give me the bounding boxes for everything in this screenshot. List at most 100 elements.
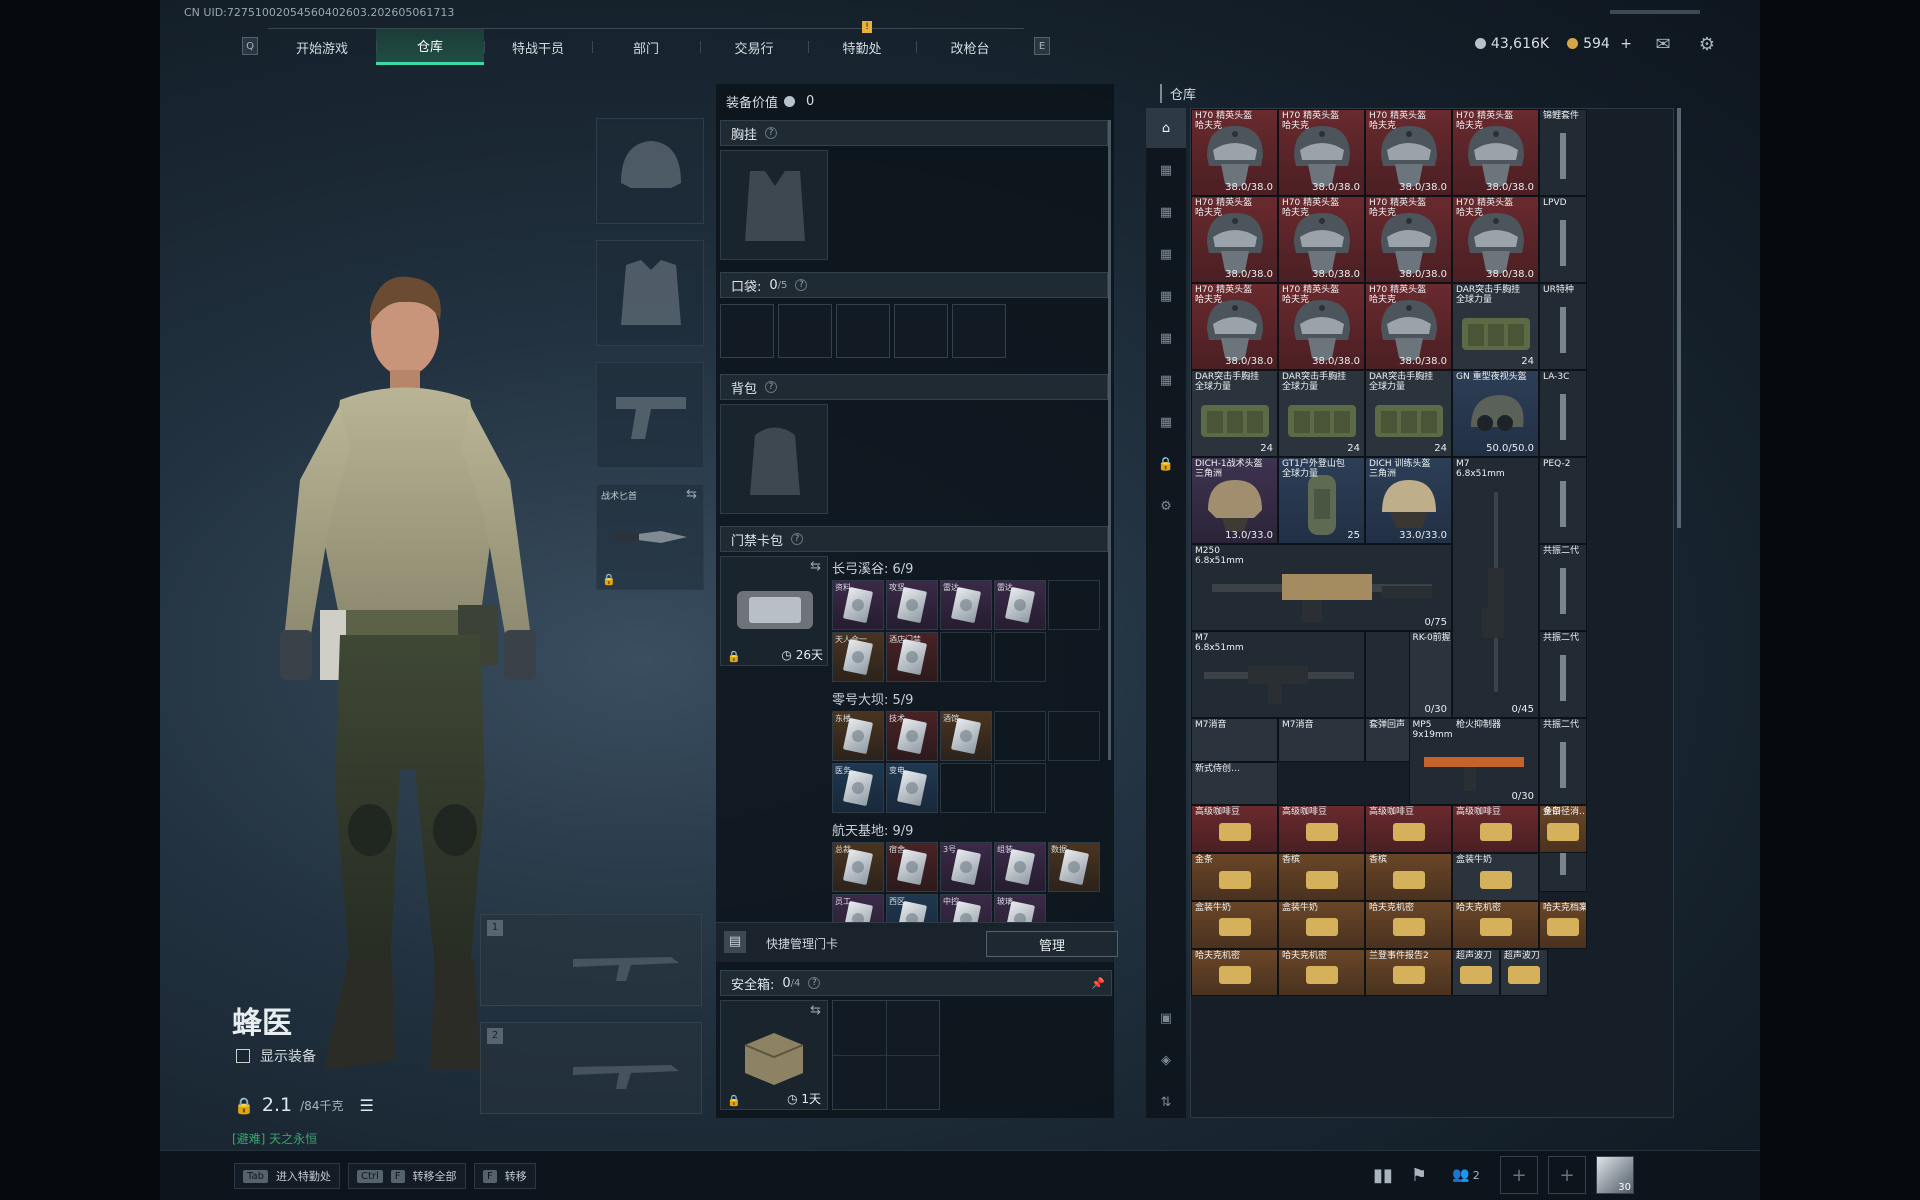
keycard-item[interactable]: 变电 [886, 763, 938, 813]
helmet-item[interactable]: H70 精英头盔 哈夫克 38.0/38.0 [1365, 109, 1452, 196]
helmet-item[interactable]: H70 精英头盔 哈夫克 38.0/38.0 [1278, 109, 1365, 196]
keycard-item[interactable]: 雷达 [940, 580, 992, 630]
keycard-item[interactable]: 数据 [1048, 842, 1100, 892]
helmet-item[interactable]: H70 精英头盔 哈夫克 38.0/38.0 [1191, 283, 1278, 370]
empty-keycard-slot[interactable] [994, 632, 1046, 682]
help-icon[interactable]: ? [791, 533, 804, 545]
side-attachment-item[interactable]: 共振二代 [1539, 718, 1587, 805]
m250-lmg-item[interactable]: M250 6.8x51mm 0/75 [1191, 544, 1452, 631]
chest-rig-item[interactable]: DAR突击手胸挂 全球力量 24 [1278, 370, 1365, 457]
side-attachment-item[interactable]: UR特种 [1539, 283, 1587, 370]
helmet-slot[interactable] [596, 118, 704, 224]
empty-keycard-slot[interactable] [940, 632, 992, 682]
keycard-item[interactable]: 宿舍 [886, 842, 938, 892]
keycard-item[interactable]: 医务 [832, 763, 884, 813]
training-helmet-item[interactable]: DICH 训练头盔 三角洲 33.0/33.0 [1365, 457, 1452, 544]
loot-item[interactable]: 兰登事件报告2 [1365, 948, 1452, 997]
backpack-slot[interactable] [720, 404, 828, 514]
helmet-item[interactable]: H70 精英头盔 哈夫克 38.0/38.0 [1452, 196, 1539, 283]
settings-gear-icon[interactable]: ⚙ [1694, 31, 1720, 57]
knife-slot[interactable]: 战术匕首 ⇆ 🔒 [596, 484, 704, 590]
helmet-item[interactable]: H70 精英头盔 哈夫克 38.0/38.0 [1191, 109, 1278, 196]
invite-slot-1[interactable]: + [1500, 1156, 1538, 1194]
backpack-item[interactable]: GT1户外登山包 全球力量 25 [1278, 457, 1365, 544]
loadout-scrollbar[interactable] [1108, 120, 1111, 760]
warehouse-tab-6[interactable]: ▦ [1146, 360, 1186, 400]
loot-item[interactable]: 超声波刀 [1452, 948, 1500, 997]
manage-button[interactable]: 管理 [986, 931, 1118, 957]
helmet-item[interactable]: H70 精英头盔 哈夫克 38.0/38.0 [1365, 283, 1452, 370]
sort-icon[interactable]: ▣ [1146, 998, 1186, 1038]
transfer-all-hint[interactable]: Ctrl F 转移全部 [348, 1163, 466, 1189]
chest-rig-item[interactable]: DAR突击手胸挂 全球力量 24 [1452, 283, 1539, 370]
keycard-item[interactable]: 酒馆 [940, 711, 992, 761]
warehouse-tab-1[interactable]: ▦ [1146, 150, 1186, 190]
secondary-weapon-slot[interactable]: 2 [480, 1022, 702, 1114]
keycard-item[interactable]: 东楼 [832, 711, 884, 761]
warehouse-tab-5[interactable]: ▦ [1146, 318, 1186, 358]
empty-keycard-slot[interactable] [1048, 711, 1100, 761]
pocket-slot[interactable] [720, 304, 774, 358]
keycard-item[interactable]: 酒店门禁 [886, 632, 938, 682]
squad-icon[interactable]: 👥 2 [1442, 1162, 1490, 1188]
keycard-bag-slot[interactable]: ⇆ 🔒 ◷ 26天 [720, 556, 828, 666]
help-icon[interactable]: ? [795, 279, 808, 291]
transfer-icon[interactable]: ⇅ [1146, 1082, 1186, 1122]
loot-item[interactable]: 高级咖啡豆 [1278, 805, 1365, 853]
pocket-slot[interactable] [778, 304, 832, 358]
empty-keycard-slot[interactable] [994, 711, 1046, 761]
pistol-slot[interactable] [596, 362, 704, 468]
pocket-slot[interactable] [952, 304, 1006, 358]
side-attachment-item[interactable]: 共振二代 [1539, 631, 1587, 718]
pocket-slot[interactable] [836, 304, 890, 358]
side-attachment-item[interactable]: LA-3C [1539, 370, 1587, 457]
swap-icon[interactable]: ⇆ [810, 1003, 821, 1018]
show-equipment-checkbox[interactable] [236, 1049, 250, 1063]
side-attachment-item[interactable]: 共振二代 [1539, 544, 1587, 631]
list-icon[interactable]: ☰ [359, 1096, 373, 1115]
primary-weapon-slot[interactable]: 1 [480, 914, 702, 1006]
warehouse-tab-2[interactable]: ▦ [1146, 192, 1186, 232]
keycard-item[interactable]: 雷达 [994, 580, 1046, 630]
armor-slot[interactable] [596, 240, 704, 346]
pin-icon[interactable]: 📌 [1091, 977, 1105, 990]
chest-rig-item[interactable]: DAR突击手胸挂 全球力量 24 [1191, 370, 1278, 457]
dich-helmet-item[interactable]: DICH-1战术头盔 三角洲 13.0/33.0 [1191, 457, 1278, 544]
helmet-item[interactable]: H70 精英头盔 哈夫克 38.0/38.0 [1452, 109, 1539, 196]
loot-item[interactable]: 哈夫克档案 [1539, 900, 1587, 949]
warehouse-settings-icon[interactable]: ⚙ [1146, 486, 1186, 526]
transfer-hint[interactable]: F 转移 [474, 1163, 536, 1189]
keycard-item[interactable]: 攻坚 [886, 580, 938, 630]
safe-box-grid[interactable] [832, 1000, 940, 1110]
flag-icon[interactable]: ⚑ [1406, 1162, 1432, 1188]
side-attachment-item[interactable]: LPVD [1539, 196, 1587, 283]
empty-keycard-slot[interactable] [940, 763, 992, 813]
helmet-item[interactable]: H70 精英头盔 哈夫克 38.0/38.0 [1365, 196, 1452, 283]
side-attachment-item[interactable]: 锦鲤套件 [1539, 109, 1587, 196]
prev-tab-key[interactable]: Q [242, 37, 258, 55]
loot-item[interactable]: 香槟 [1278, 852, 1365, 901]
show-equipment-toggle[interactable]: 显示装备 [236, 1046, 316, 1066]
keycard-item[interactable]: 3号 [940, 842, 992, 892]
stats-chart-icon[interactable]: ▮▮ [1370, 1162, 1396, 1188]
tab-warehouse[interactable]: 仓库 [376, 29, 484, 65]
keycard-item[interactable]: 组装 [994, 842, 1046, 892]
loot-item[interactable]: 高级咖啡豆 [1365, 805, 1452, 853]
m7-rifle-item[interactable]: M7 6.8x51mm [1191, 631, 1365, 718]
help-icon[interactable]: ? [808, 977, 821, 989]
warehouse-tab-locked[interactable]: 🔒 [1146, 444, 1186, 484]
layers-icon[interactable]: ◈ [1146, 1040, 1186, 1080]
swap-icon[interactable]: ⇆ [686, 487, 697, 502]
chest-rig-slot[interactable] [720, 150, 828, 260]
safe-box-slot[interactable]: ⇆ 🔒 ◷ 1天 [720, 1000, 828, 1110]
loot-item[interactable]: 高级咖啡豆 [1191, 805, 1278, 853]
loot-item[interactable]: 哈夫克机密 [1365, 900, 1452, 949]
warehouse-tab-3[interactable]: ▦ [1146, 234, 1186, 274]
warehouse-tab-7[interactable]: ▦ [1146, 402, 1186, 442]
next-tab-key[interactable]: E [1034, 37, 1050, 55]
keycard-item[interactable]: 天人合一 [832, 632, 884, 682]
keycard-item[interactable]: 总裁 [832, 842, 884, 892]
swap-icon[interactable]: ⇆ [810, 559, 821, 574]
loot-item[interactable]: 高级咖啡豆 [1452, 805, 1539, 853]
tab-department[interactable]: 部门 [592, 29, 700, 65]
